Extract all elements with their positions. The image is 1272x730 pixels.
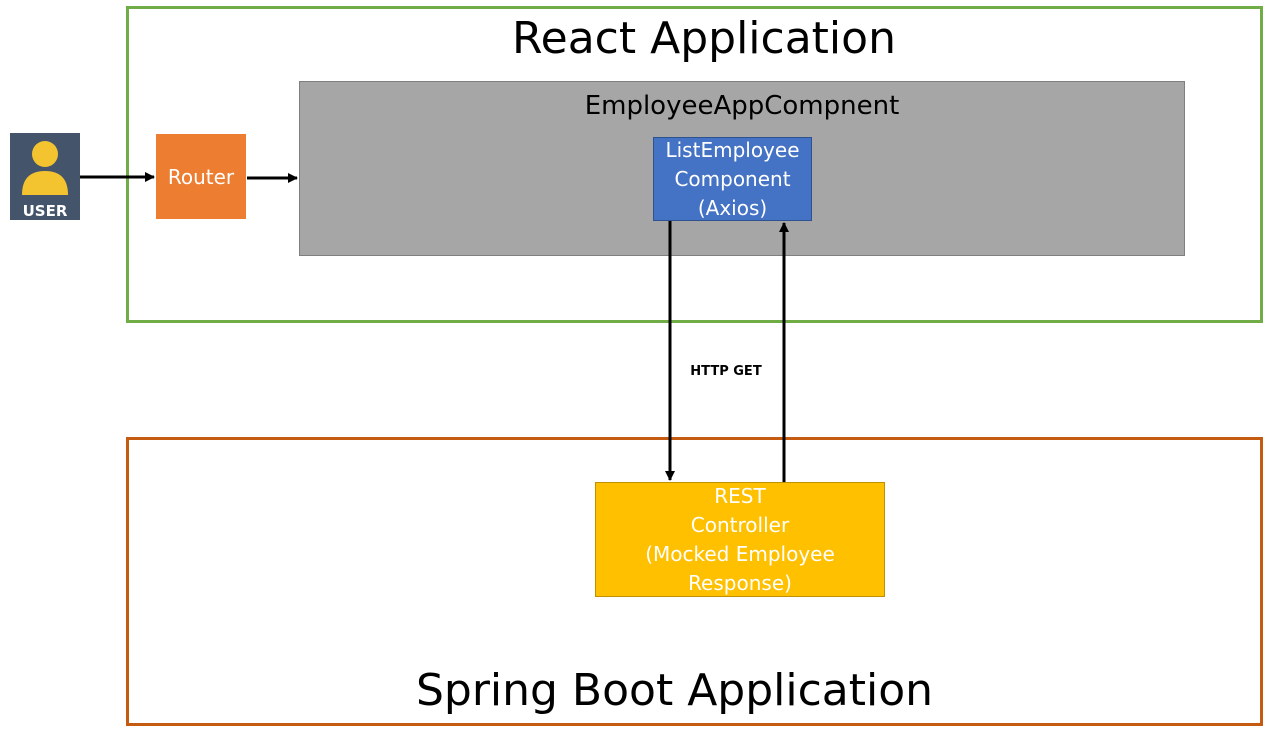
arrows-layer	[80, 172, 789, 482]
